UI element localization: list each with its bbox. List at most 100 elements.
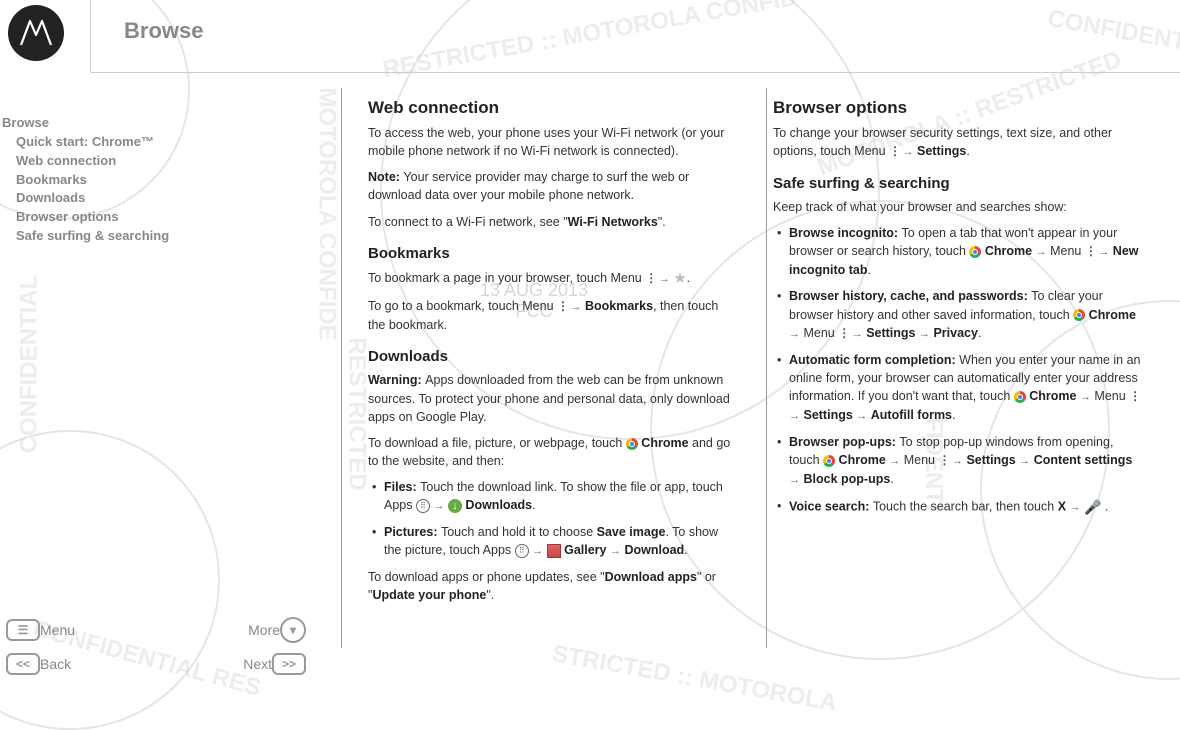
chrome-icon	[969, 246, 981, 258]
heading-downloads: Downloads	[368, 348, 737, 365]
footer-nav: ☰ Menu More ▾ << Back Next >>	[6, 617, 306, 685]
text: ".	[658, 215, 666, 229]
menu-button[interactable]: ☰	[6, 619, 40, 641]
back-button[interactable]: <<	[6, 653, 40, 675]
list-item: Browser history, cache, and passwords: T…	[777, 287, 1142, 342]
label-pictures: Pictures:	[384, 525, 441, 539]
arrow-icon: →	[1036, 246, 1047, 258]
menu-icon: ⋮	[645, 270, 655, 287]
text: Menu	[1091, 389, 1129, 403]
menu-icon: ⋮	[1085, 243, 1095, 260]
paragraph: To download a file, picture, or webpage,…	[368, 434, 737, 470]
column-right: Browser options To change your browser s…	[755, 88, 1160, 612]
text: ".	[486, 588, 494, 602]
text: To connect to a Wi-Fi network, see "	[368, 215, 568, 229]
link-wifi-networks[interactable]: Wi-Fi Networks	[568, 215, 658, 229]
text: Menu	[1047, 244, 1085, 258]
paragraph: To go to a bookmark, touch Menu ⋮ → Book…	[368, 297, 737, 334]
text: To download a file, picture, or webpage,…	[368, 436, 626, 450]
menu-icon: ⋮	[1129, 388, 1139, 405]
label-bookmarks: Bookmarks	[585, 299, 653, 313]
label-privacy: Privacy	[933, 326, 977, 340]
toc-item[interactable]: Web connection	[16, 152, 282, 171]
arrow-icon: →	[789, 328, 800, 340]
toc-item[interactable]: Browser options	[16, 208, 282, 227]
column-divider	[341, 88, 342, 648]
list-item: Voice search: Touch the search bar, then…	[777, 497, 1142, 517]
arrow-icon: →	[532, 545, 543, 557]
toc-item[interactable]: Safe surfing & searching	[16, 227, 282, 246]
list-item: Browse incognito: To open a tab that won…	[777, 224, 1142, 279]
label-chrome: Chrome	[839, 453, 886, 467]
label-block-popups: Block pop-ups	[803, 472, 890, 486]
watermark-text: CONFIDENTIAL RES	[1045, 5, 1180, 73]
apps-icon: ⠿	[515, 544, 529, 558]
label-chrome: Chrome	[985, 244, 1032, 258]
link-download-apps[interactable]: Download apps	[605, 570, 697, 584]
text: Touch and hold it to choose	[441, 525, 597, 539]
label-voice-search: Voice search:	[789, 499, 873, 513]
arrow-icon: →	[1098, 246, 1109, 258]
watermark-text: MOTOROLA CONFIDE	[313, 87, 341, 340]
text: To go to a bookmark, touch Menu	[368, 299, 557, 313]
arrow-icon: →	[852, 328, 863, 340]
heading-bookmarks: Bookmarks	[368, 245, 737, 262]
label-content-settings: Content settings	[1034, 453, 1133, 467]
heading-web-connection: Web connection	[368, 98, 737, 118]
arrow-icon: →	[1070, 501, 1081, 513]
label-gallery: Gallery	[564, 543, 606, 557]
text: To bookmark a page in your browser, touc…	[368, 271, 645, 285]
bg-circle	[0, 430, 220, 730]
link-update-phone[interactable]: Update your phone	[372, 588, 486, 602]
paragraph: To download apps or phone updates, see "…	[368, 568, 737, 604]
toc-sidebar: Browse Quick start: Chrome™ Web connecti…	[2, 114, 282, 246]
label-settings: Settings	[866, 326, 915, 340]
next-button[interactable]: >>	[272, 653, 306, 675]
label-autofill-forms: Autofill forms	[871, 408, 952, 422]
label-downloads: Downloads	[465, 498, 532, 512]
more-button[interactable]: ▾	[280, 617, 306, 643]
arrow-icon: →	[433, 500, 444, 512]
back-label: Back	[40, 656, 71, 672]
label-note: Note:	[368, 170, 403, 184]
menu-icon: ⋮	[889, 143, 899, 160]
paragraph: Warning: Apps downloaded from the web ca…	[368, 371, 737, 425]
label-files: Files:	[384, 480, 420, 494]
arrow-icon: →	[1080, 391, 1091, 403]
list-item: Pictures: Touch and hold it to choose Sa…	[372, 523, 737, 560]
label-incognito: Browse incognito:	[789, 226, 902, 240]
label-autofill: Automatic form completion:	[789, 353, 959, 367]
microphone-icon: 🎤	[1084, 499, 1101, 515]
toc-item[interactable]: Downloads	[16, 189, 282, 208]
menu-icon: ⋮	[938, 452, 948, 469]
text: Touch the search bar, then touch	[873, 499, 1058, 513]
chrome-icon	[823, 455, 835, 467]
label-settings: Settings	[803, 408, 852, 422]
text: To download apps or phone updates, see "	[368, 570, 605, 584]
heading-safe-surfing: Safe surfing & searching	[773, 175, 1142, 192]
watermark-text: CONFIDENTIAL	[15, 275, 43, 454]
column-left: Web connection To access the web, your p…	[350, 88, 755, 612]
label-chrome: Chrome	[1029, 389, 1076, 403]
watermark-text: STRICTED :: MOTOROLA	[550, 640, 839, 718]
motorola-logo	[8, 5, 64, 61]
label-warning: Warning:	[368, 373, 425, 387]
star-icon: ★	[673, 270, 686, 287]
menu-icon: ⋮	[838, 325, 848, 342]
arrow-icon: →	[903, 146, 914, 158]
text: Menu	[800, 326, 838, 340]
toc-heading[interactable]: Browse	[2, 114, 282, 133]
paragraph: Keep track of what your browser and sear…	[773, 198, 1142, 216]
text: Your service provider may charge to surf…	[368, 170, 689, 202]
arrow-icon: →	[610, 545, 621, 557]
label-chrome: Chrome	[641, 436, 688, 450]
arrow-icon: →	[1019, 455, 1030, 467]
toc-item[interactable]: Quick start: Chrome™	[16, 133, 282, 152]
next-label: Next	[243, 656, 272, 672]
arrow-icon: →	[789, 474, 800, 486]
toc-item[interactable]: Bookmarks	[16, 171, 282, 190]
list-item: Automatic form completion: When you ente…	[777, 351, 1142, 425]
divider	[90, 72, 1180, 73]
label-x: X	[1058, 499, 1066, 513]
paragraph: Note: Your service provider may charge t…	[368, 168, 737, 204]
